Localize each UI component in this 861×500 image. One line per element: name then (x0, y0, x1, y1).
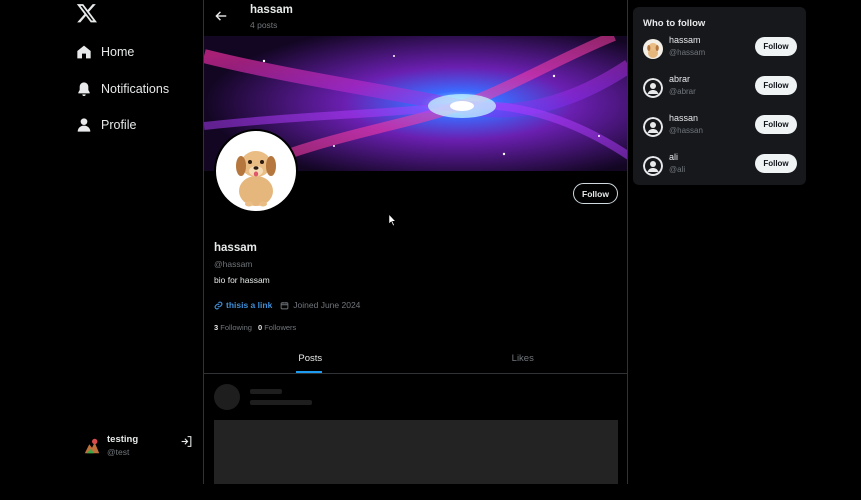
suggested-user-name: ali (669, 152, 679, 162)
suggested-user-handle: @hassan (669, 126, 703, 135)
skeleton-line (250, 400, 312, 405)
profile-tabs: Posts Likes (204, 344, 628, 374)
suggested-user-handle: @hassam (669, 48, 706, 57)
suggested-user[interactable]: ali @ali Follow (643, 152, 797, 182)
link-icon (214, 301, 223, 309)
default-avatar-icon (643, 78, 663, 98)
user-icon (77, 118, 91, 132)
nav-home-label: Home (101, 45, 135, 59)
nav-profile-label: Profile (101, 118, 137, 132)
skeleton-line (250, 389, 282, 394)
suggested-user-handle: @ali (669, 165, 686, 174)
suggested-user[interactable]: abrar @abrar Follow (643, 74, 797, 104)
x-logo-icon[interactable] (76, 2, 98, 24)
header-name: hassam (250, 4, 293, 16)
who-to-follow-title: Who to follow (643, 18, 706, 29)
profile-link-text: thisis a link (226, 300, 273, 310)
follow-button[interactable]: Follow (755, 115, 797, 134)
suggested-user-name: hassam (669, 35, 701, 45)
skeleton-avatar (214, 384, 240, 410)
profile-column: hassam 4 posts Follow hassam @hassam bio… (203, 0, 628, 484)
nav-notifications[interactable]: Notifications (76, 81, 169, 97)
followers-count[interactable]: 0 Followers (258, 323, 296, 332)
profile-meta: thisis a link Joined June 2024 (214, 300, 360, 310)
nav-home[interactable]: Home (76, 44, 134, 60)
avatar (643, 39, 663, 59)
bell-icon (78, 82, 90, 96)
home-icon (77, 45, 91, 59)
nav-profile[interactable]: Profile (76, 117, 136, 133)
profile-name: hassam (214, 242, 257, 254)
suggested-user[interactable]: hassan @hassan Follow (643, 113, 797, 143)
following-count[interactable]: 3 Following (214, 323, 252, 332)
profile-joined-text: Joined June 2024 (293, 300, 361, 310)
nav-notifications-label: Notifications (101, 82, 170, 96)
follow-button[interactable]: Follow (755, 76, 797, 95)
tab-posts[interactable]: Posts (204, 344, 417, 373)
who-to-follow-panel: Who to follow hassam @hassam Follow abra… (633, 7, 806, 185)
suggested-user[interactable]: hassam @hassam Follow (643, 35, 797, 65)
current-user[interactable]: testing @test (83, 434, 195, 457)
suggested-user-handle: @abrar (669, 87, 696, 96)
profile-avatar (214, 129, 298, 213)
suggested-user-name: abrar (669, 74, 691, 84)
profile-joined: Joined June 2024 (280, 300, 360, 310)
profile-bio: bio for hassam (214, 275, 270, 285)
profile-handle: @hassam (214, 259, 253, 269)
follow-button[interactable]: Follow (755, 37, 797, 56)
avatar (84, 438, 100, 453)
default-avatar-icon (643, 117, 663, 137)
tab-likes[interactable]: Likes (417, 344, 628, 373)
mouse-cursor-icon (388, 213, 397, 227)
default-avatar-icon (643, 156, 663, 176)
skeleton-post-block (214, 420, 618, 484)
current-user-handle: @test (107, 447, 130, 457)
follow-counts: 3 Following 0 Followers (214, 323, 296, 332)
follow-button[interactable]: Follow (755, 154, 797, 173)
calendar-icon (280, 301, 289, 309)
profile-link[interactable]: thisis a link (214, 300, 272, 310)
back-arrow-icon[interactable] (214, 9, 228, 23)
follow-button[interactable]: Follow (573, 183, 618, 204)
current-user-name: testing (107, 434, 139, 445)
suggested-user-name: hassan (669, 113, 699, 123)
header-post-count: 4 posts (250, 20, 278, 30)
logout-icon[interactable] (180, 435, 193, 448)
